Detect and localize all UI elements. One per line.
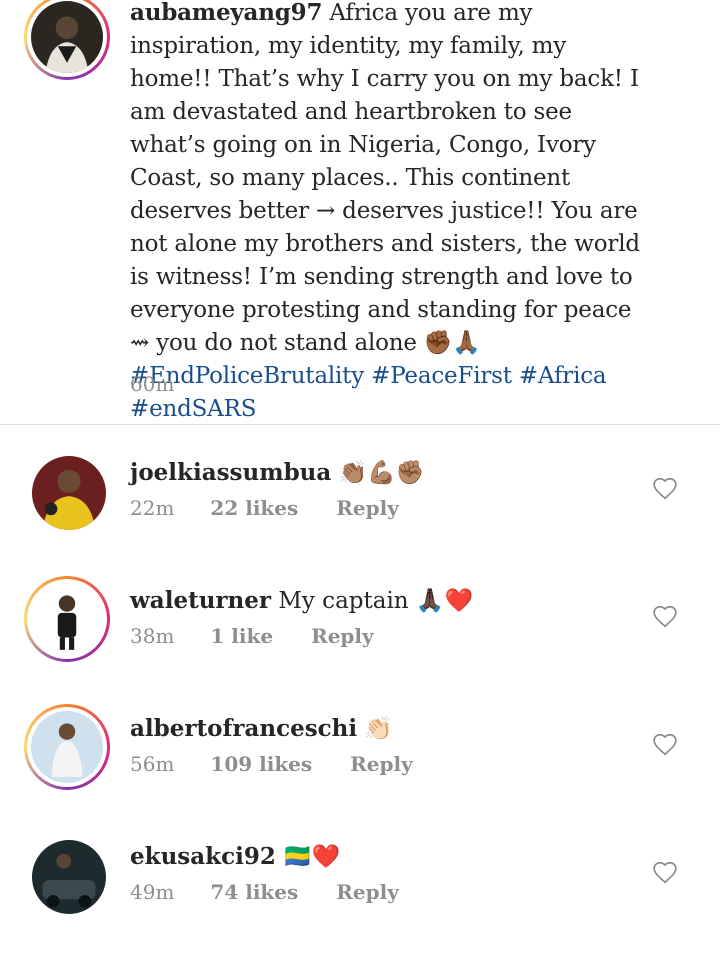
comment-meta: 49m 74 likes Reply — [130, 880, 399, 904]
caption-emojis: ✊🏾🙏🏾 — [423, 330, 481, 356]
comment-meta: 38m 1 like Reply — [130, 624, 374, 648]
like-heart-icon[interactable] — [652, 732, 678, 756]
comment-username[interactable]: waleturner — [130, 587, 271, 614]
comment-text: joelkiassumbua 👏🏽💪🏽✊🏽 — [130, 456, 425, 490]
reply-button[interactable]: Reply — [350, 752, 413, 776]
comment-item: albertofranceschi 👏🏻 56m 109 likes Reply — [0, 704, 720, 840]
comment-meta: 56m 109 likes Reply — [130, 752, 413, 776]
caption-body: Africa you are my inspiration, my identi… — [130, 0, 640, 356]
reply-button[interactable]: Reply — [336, 880, 399, 904]
comment-body: My captain 🙏🏿❤️ — [271, 588, 474, 614]
comment-item: waleturner My captain 🙏🏿❤️ 38m 1 like Repl… — [0, 576, 720, 712]
like-heart-icon[interactable] — [652, 476, 678, 500]
comment-avatar[interactable] — [24, 576, 110, 662]
like-heart-icon[interactable] — [652, 604, 678, 628]
comment-body: 👏🏽💪🏽✊🏽 — [331, 460, 425, 486]
comment-likes[interactable]: 22 likes — [210, 496, 298, 520]
comment-meta: 22m 22 likes Reply — [130, 496, 399, 520]
comment-username[interactable]: ekusakci92 — [130, 843, 276, 870]
comment-time: 38m — [130, 624, 175, 648]
comment-body: 👏🏻 — [357, 716, 394, 742]
comment-item: ekusakci92 🇬🇦❤️ 49m 74 likes Reply — [0, 840, 720, 968]
avatar-photo-icon — [32, 840, 106, 914]
comment-time: 56m — [130, 752, 175, 776]
comment-likes[interactable]: 109 likes — [210, 752, 312, 776]
reply-button[interactable]: Reply — [336, 496, 399, 520]
comment-text: waleturner My captain 🙏🏿❤️ — [130, 584, 473, 618]
comment-time: 49m — [130, 880, 175, 904]
comment-item: joelkiassumbua 👏🏽💪🏽✊🏽 22m 22 likes Reply — [0, 456, 720, 584]
comment-likes[interactable]: 74 likes — [210, 880, 298, 904]
comment-avatar[interactable] — [32, 456, 106, 530]
avatar-photo-icon — [32, 456, 106, 530]
post-timestamp: 60m — [130, 372, 175, 396]
comment-avatar[interactable] — [24, 704, 110, 790]
caption-text: aubameyang97 Africa you are my inspirati… — [130, 0, 650, 426]
comment-avatar[interactable] — [32, 840, 106, 914]
comment-text: ekusakci92 🇬🇦❤️ — [130, 840, 340, 874]
avatar-photo-icon — [31, 1, 103, 73]
avatar-photo-icon — [31, 711, 103, 783]
caption-hashtags[interactable]: #EndPoliceBrutality #PeaceFirst #Africa … — [130, 363, 607, 422]
post-caption-section: aubameyang97 Africa you are my inspirati… — [0, 0, 720, 424]
avatar-photo-icon — [31, 583, 103, 655]
post-author-avatar[interactable] — [24, 0, 110, 80]
comment-username[interactable]: joelkiassumbua — [130, 459, 331, 486]
comment-text: albertofranceschi 👏🏻 — [130, 712, 393, 746]
comment-time: 22m — [130, 496, 175, 520]
comment-username[interactable]: albertofranceschi — [130, 715, 357, 742]
reply-button[interactable]: Reply — [311, 624, 374, 648]
post-author-username[interactable]: aubameyang97 — [130, 0, 322, 26]
comment-body: 🇬🇦❤️ — [275, 844, 341, 870]
divider — [0, 424, 720, 425]
like-heart-icon[interactable] — [652, 860, 678, 884]
comment-likes[interactable]: 1 like — [210, 624, 273, 648]
